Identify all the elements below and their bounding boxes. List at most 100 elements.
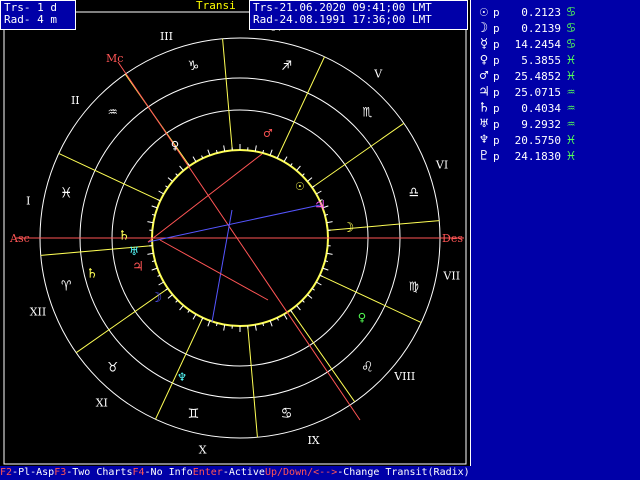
planet-glyph-icon: ♂ [479,68,489,84]
planet-row[interactable]: ☿ p 14.2454 ♋ [475,36,581,52]
degree-tick [296,165,301,171]
degree-tick [315,190,322,195]
degree-tick [296,305,301,311]
planet-glyph-icon[interactable]: ♀ [358,310,366,326]
degree-tick [311,185,315,188]
planet-glyph-icon: ☿ [479,36,489,52]
planet-glyph-icon[interactable]: ♀ [171,138,179,154]
degree-tick [151,267,158,271]
hotkey-key[interactable]: F3 [54,467,66,478]
date-box: Trs-21.06.2020 09:41;00 LMT Rad-24.08.199… [249,0,468,30]
zodiac-sign-icon: ♑ [189,55,199,74]
degree-tick [326,252,333,255]
house-cusp-line [222,38,233,151]
planet-glyph-icon[interactable]: ♃ [134,259,142,275]
degree-tick [167,294,173,299]
planet-row[interactable]: ♄ p 0.4034 ♒ [475,100,581,116]
planet-glyph-icon[interactable]: ♅ [130,244,139,260]
planet-degree: 0.2139 [521,22,561,35]
zodiac-sign-icon: ♓ [566,68,576,84]
hotkey-label: -Pl-Asp [12,467,55,478]
hotkey-label: -Active [222,467,265,478]
degree-tick [326,221,333,224]
house-numeral: VI [435,158,448,171]
zodiac-sign-icon: ♒ [108,102,118,121]
planet-row[interactable]: ♂ p 25.4852 ♓ [475,68,581,84]
planet-glyph-icon[interactable]: ☽ [154,290,162,306]
aspect-line [211,209,233,323]
zodiac-sign-icon: ♓ [566,132,576,148]
aspect-line [147,153,263,243]
planet-glyph-icon: ☉ [479,4,489,20]
planet-row[interactable]: ♅ p 9.2932 ♒ [475,116,581,132]
planet-row[interactable]: ☉ p 0.2123 ♋ [475,4,581,20]
degree-tick [223,324,226,331]
degree-tick [290,309,293,313]
planet-flag: p [493,134,500,147]
planet-row[interactable]: ☽ p 0.2139 ♋ [475,20,581,36]
degree-tick [254,324,257,331]
planet-glyph-icon[interactable]: ♆ [178,370,186,386]
house-cusp-line [311,122,405,188]
zodiac-sign-icon: ♒ [566,84,576,100]
hotkey-key[interactable]: F2 [0,467,12,478]
degree-tick [207,149,211,156]
planet-flag: p [493,54,500,67]
hotkey-key[interactable]: Up/Down/<--> [265,467,337,478]
degree-tick [179,165,184,171]
planet-glyph-icon[interactable]: ♄ [88,266,96,282]
planet-flag: p [493,6,500,19]
aspect-line [147,204,321,243]
planet-flag: p [493,102,500,115]
degree-tick [167,177,173,182]
planet-glyph-icon[interactable]: ☽ [346,220,354,236]
planet-degree: 25.0715 [514,86,561,99]
planet-glyph-icon[interactable]: ♄ [120,228,128,244]
planet-glyph-icon[interactable]: ☉ [296,178,304,194]
mc-label: Mc [106,52,123,65]
hotkey-label: -No Info [144,467,193,478]
zodiac-sign-icon: ♋ [282,403,292,422]
house-numeral: XII [30,306,47,319]
astro-chart[interactable]: IIIIIIIVVVIVIIVIIIIXXXIXIIAscDesMc♈♉♊♋♌♍… [0,0,470,466]
planet-flag: p [493,86,500,99]
asc-label: Asc [9,232,30,245]
degree-tick [223,145,226,152]
house-cusp-line [290,309,356,403]
zodiac-sign-icon: ♐ [282,55,292,74]
degree-tick [147,252,154,255]
hotkey-label: -Two Charts [66,467,133,478]
zodiac-sign-icon: ♈ [61,276,71,295]
planet-glyph-icon: ♀ [479,52,489,68]
degree-tick [269,320,273,327]
degree-tick [158,190,165,195]
hotkey-key[interactable]: Enter [193,467,223,478]
planet-row[interactable]: ♃ p 25.0715 ♒ [475,84,581,100]
degree-tick [192,313,197,320]
planet-row[interactable]: ♇ p 24.1830 ♓ [475,148,581,164]
house-cusp-line [327,220,440,231]
degree-tick [151,205,158,209]
des-label: Des [442,232,463,245]
planet-row[interactable]: ♆ p 20.5750 ♓ [475,132,581,148]
hotkey-key[interactable]: F4 [132,467,144,478]
radix-step: Rad- 4 m [4,13,57,26]
degree-tick [187,309,190,313]
planet-flag: p [493,118,500,131]
planet-degree: 9.2932 [521,118,561,131]
planet-row[interactable]: ♀ p 5.3855 ♓ [475,52,581,68]
planet-glyph-icon: ♇ [479,148,489,164]
planet-glyph-icon[interactable]: ♂ [264,126,273,142]
house-numeral: VIII [393,370,415,383]
planet-degree: 25.4852 [514,70,561,83]
hotkey-label: -Change Transit(Radix) [337,467,470,478]
planet-glyph-icon[interactable]: ♃ [316,198,324,214]
zodiac-sign-icon: ♍ [409,276,419,295]
planet-degree: 20.5750 [514,134,561,147]
degree-tick [322,267,329,271]
degree-tick [179,305,184,311]
degree-tick [165,185,169,188]
house-numeral: X [199,444,207,457]
window-title: Transi [196,0,236,12]
zodiac-sign-icon: ♋ [566,36,576,52]
